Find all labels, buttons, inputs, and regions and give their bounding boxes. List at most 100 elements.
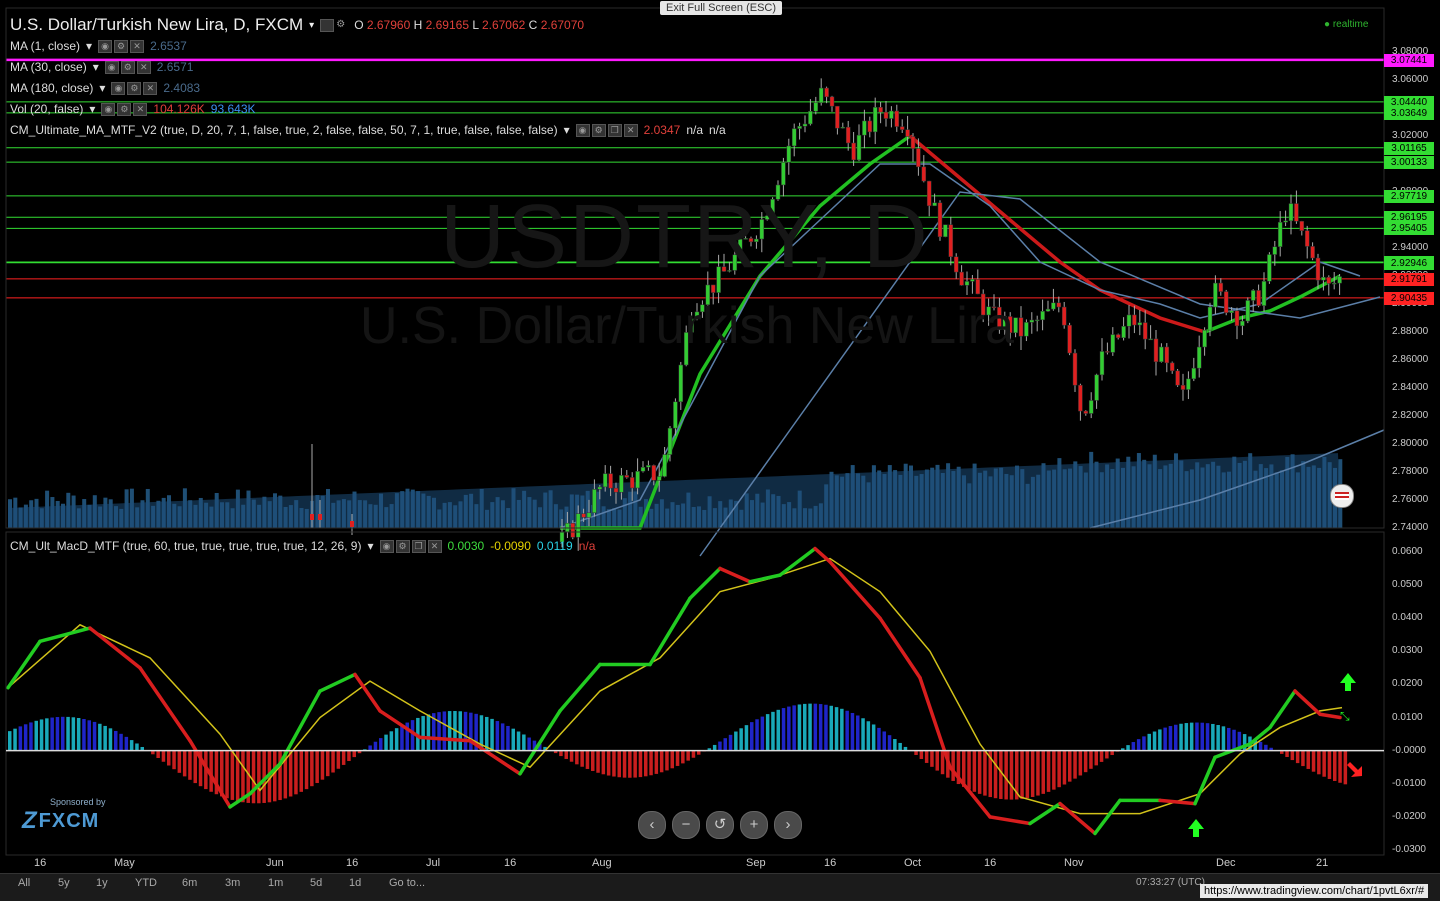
candle-body — [830, 97, 834, 106]
range-all[interactable]: All — [18, 877, 30, 889]
macd-histogram-bar — [384, 735, 388, 751]
symbol-title[interactable]: U.S. Dollar/Turkish New Lira, D, FXCM — [10, 15, 303, 35]
macd-tick: 0.0300 — [1392, 645, 1423, 656]
scroll-left-button[interactable]: ‹ — [638, 811, 666, 839]
close-icon[interactable]: ✕ — [133, 103, 147, 116]
macd-histogram-bar — [655, 751, 659, 774]
gear-icon[interactable]: ⚙ — [117, 103, 131, 116]
indicator-label[interactable]: CM_Ult_MacD_MTF (true, 60, true, true, t… — [10, 539, 361, 553]
indicator-macd[interactable]: CM_Ult_MacD_MTF (true, 60, true, true, t… — [10, 539, 595, 553]
range-1d[interactable]: 1d — [349, 877, 361, 889]
candle-body — [657, 477, 661, 481]
us-flag-icon[interactable] — [1330, 484, 1354, 508]
chevron-down-icon[interactable]: ▾ — [86, 39, 92, 53]
macd-histogram-bar — [792, 705, 796, 750]
chevron-down-icon[interactable]: ▾ — [564, 123, 570, 137]
gear-icon[interactable]: ⚙ — [396, 540, 410, 553]
gear-icon[interactable]: ⚙ — [127, 82, 141, 95]
macd-histogram-bar — [1259, 742, 1263, 751]
indicator-value-2: n/a — [686, 123, 703, 137]
chevron-down-icon[interactable]: ▾ — [93, 60, 99, 74]
close-icon[interactable]: ✕ — [143, 82, 157, 95]
close-icon[interactable]: ✕ — [624, 124, 638, 137]
indicator-ma180[interactable]: MA (180, close)▾ ◉⚙✕ 2.4083 — [10, 81, 200, 95]
candle-body — [819, 88, 823, 103]
candle-body — [1208, 307, 1212, 330]
indicator-ma30[interactable]: MA (30, close)▾ ◉⚙✕ 2.6571 — [10, 60, 193, 74]
candle-body — [1289, 204, 1293, 221]
gear-icon[interactable]: ⚙ — [592, 124, 606, 137]
macd-histogram-bar — [231, 751, 235, 800]
open-value: 2.67960 — [367, 18, 410, 32]
zoom-out-button[interactable]: − — [672, 811, 700, 839]
symbol-header: U.S. Dollar/Turkish New Lira, D, FXCM ▾ … — [10, 15, 584, 35]
eye-icon[interactable]: ◉ — [380, 540, 394, 553]
macd-histogram-bar — [485, 717, 489, 751]
candle-body — [1181, 385, 1185, 389]
close-label: C — [529, 18, 538, 32]
chevron-down-icon[interactable]: ▾ — [99, 81, 105, 95]
macd-histogram-bar — [167, 751, 171, 766]
watermark-name: U.S. Dollar/Turkish New Lira — [360, 296, 1014, 356]
range-3m[interactable]: 3m — [225, 877, 240, 889]
range-ytd[interactable]: YTD — [135, 877, 157, 889]
indicator-ma1[interactable]: MA (1, close)▾ ◉⚙✕ 2.6537 — [10, 39, 187, 53]
close-icon[interactable]: ✕ — [428, 540, 442, 553]
range-6m[interactable]: 6m — [182, 877, 197, 889]
close-icon[interactable]: ✕ — [130, 40, 144, 53]
gear-icon[interactable]: ⚙ — [114, 40, 128, 53]
macd-histogram-bar — [676, 751, 680, 766]
candle-body — [965, 281, 969, 285]
range-5d[interactable]: 5d — [310, 877, 322, 889]
indicator-label[interactable]: MA (180, close) — [10, 81, 93, 95]
range-1m[interactable]: 1m — [268, 877, 283, 889]
indicator-volume[interactable]: Vol (20, false)▾ ◉⚙✕ 104.126K 93.643K — [10, 102, 256, 116]
indicator-label[interactable]: MA (30, close) — [10, 60, 87, 74]
zoom-in-button[interactable]: + — [740, 811, 768, 839]
range-5y[interactable]: 5y — [58, 877, 70, 889]
reset-chart-button[interactable]: ↺ — [706, 811, 734, 839]
chevron-down-icon[interactable]: ▾ — [89, 102, 95, 116]
time-tick: Dec — [1216, 857, 1236, 869]
candle-body — [1240, 321, 1244, 326]
exit-fullscreen-button[interactable]: Exit Full Screen (ESC) — [660, 1, 782, 15]
goto-date-button[interactable]: Go to... — [389, 877, 425, 889]
candle-body — [1035, 320, 1039, 321]
macd-histogram-bar — [1312, 751, 1316, 772]
eye-icon[interactable]: ◉ — [101, 103, 115, 116]
chevron-down-icon[interactable]: ▾ — [309, 20, 314, 31]
range-1y[interactable]: 1y — [96, 877, 108, 889]
macd-histogram-bar — [331, 751, 335, 773]
eye-icon[interactable]: ◉ — [105, 61, 119, 74]
ohlc-values: O 2.67960 H 2.69165 L 2.67062 C 2.67070 — [354, 18, 584, 32]
eye-icon[interactable]: ◉ — [576, 124, 590, 137]
indicator-cm-ultimate-ma[interactable]: CM_Ultimate_MA_MTF_V2 (true, D, 20, 7, 1… — [10, 123, 726, 137]
candle-body — [1105, 351, 1109, 352]
macd-histogram-bar — [379, 738, 383, 751]
scroll-right-button[interactable]: › — [774, 811, 802, 839]
gear-icon[interactable]: ⚙ — [121, 61, 135, 74]
macd-histogram-bar — [883, 731, 887, 750]
macd-histogram-bar — [930, 751, 934, 767]
low-label: L — [472, 18, 478, 32]
indicator-label[interactable]: Vol (20, false) — [10, 102, 83, 116]
indicator-label[interactable]: CM_Ultimate_MA_MTF_V2 (true, D, 20, 7, 1… — [10, 123, 558, 137]
format-icon[interactable] — [320, 19, 334, 32]
macd-histogram-bar — [225, 751, 229, 799]
indicator-label[interactable]: MA (1, close) — [10, 39, 80, 53]
macd-histogram-bar — [1047, 751, 1051, 792]
copy-icon[interactable]: ❐ — [608, 124, 622, 137]
candle-body — [1073, 353, 1077, 385]
macd-histogram-bar — [1211, 724, 1215, 751]
copy-icon[interactable]: ❐ — [412, 540, 426, 553]
macd-histogram-bar — [845, 711, 849, 751]
close-icon[interactable]: ✕ — [137, 61, 151, 74]
eye-icon[interactable]: ◉ — [111, 82, 125, 95]
gear-icon[interactable]: ⚙ — [336, 19, 348, 30]
chevron-down-icon[interactable]: ▾ — [367, 539, 373, 553]
candle-body — [1165, 347, 1169, 363]
macd-histogram-bar — [400, 725, 404, 750]
sponsor-badge[interactable]: Sponsored by Z FXCM — [22, 797, 106, 835]
eye-icon[interactable]: ◉ — [98, 40, 112, 53]
candle-body — [310, 514, 314, 520]
